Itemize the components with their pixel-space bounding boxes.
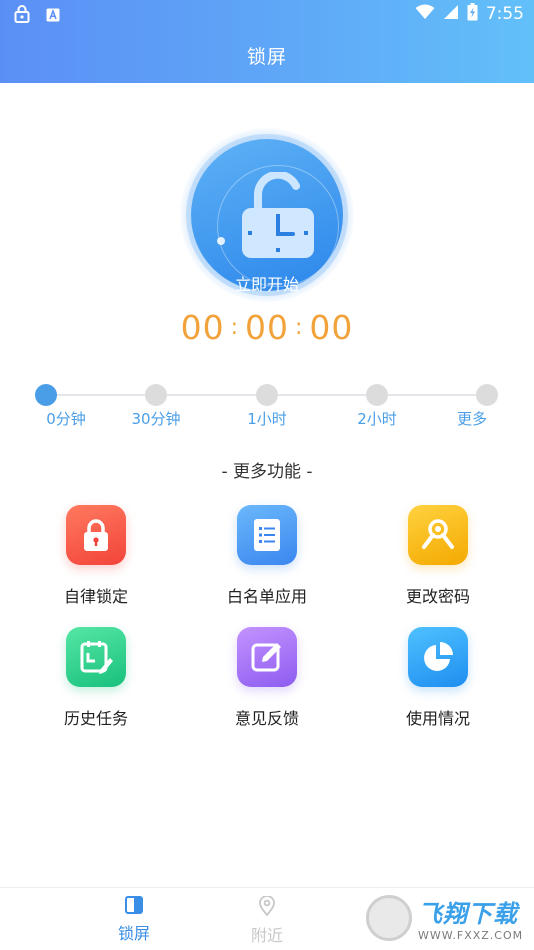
- timer-separator: :: [295, 315, 304, 340]
- timer-seconds: 00: [309, 308, 354, 347]
- signal-icon: [443, 4, 459, 24]
- page-title: 锁屏: [246, 46, 287, 68]
- slider-stop-2h[interactable]: [366, 384, 388, 406]
- app-header: 7:55 锁屏: [0, 0, 534, 83]
- slider-label-more: 更多: [456, 410, 487, 428]
- slider-stop-1h[interactable]: [256, 384, 278, 406]
- slider-stop-more[interactable]: [476, 384, 498, 406]
- list-icon: [254, 519, 280, 551]
- tab-nearby[interactable]: 附近: [227, 895, 307, 946]
- start-lock-button[interactable]: 立即开始: [180, 128, 354, 302]
- feature-label: 使用情况: [405, 709, 470, 728]
- lock-icon: [14, 5, 30, 27]
- slider-label-30min: 30分钟: [131, 410, 181, 428]
- feature-label: 自律锁定: [63, 587, 128, 606]
- watermark-sub: WWW.FXXZ.COM: [418, 929, 524, 942]
- feature-label: 历史任务: [63, 709, 128, 728]
- watermark: 飞翔下载 WWW.FXXZ.COM: [366, 890, 526, 946]
- feature-history-tasks[interactable]: 历史任务: [26, 627, 166, 729]
- slider-stop-30min[interactable]: [145, 384, 167, 406]
- slider-label-1h: 1小时: [247, 410, 287, 428]
- padlock-icon: [84, 519, 108, 551]
- more-features-title: - 更多功能 -: [221, 462, 313, 482]
- watermark-logo-icon: [366, 895, 412, 941]
- feature-usage-stats[interactable]: 使用情况: [368, 627, 508, 729]
- feature-change-password[interactable]: 更改密码: [368, 505, 508, 607]
- tab-lockscreen[interactable]: 锁屏: [94, 896, 174, 944]
- slider-label-2h: 2小时: [357, 410, 397, 428]
- watermark-main: 飞翔下载: [418, 900, 518, 928]
- battery-icon: [467, 3, 478, 25]
- countdown-timer: 00:00:00: [0, 308, 534, 347]
- pie-chart-icon: [424, 642, 453, 671]
- status-time: 7:55: [485, 4, 524, 24]
- feature-whitelist-apps[interactable]: 白名单应用: [197, 505, 337, 607]
- feature-feedback[interactable]: 意见反馈: [197, 627, 337, 729]
- lockscreen-tab-icon: [125, 896, 143, 914]
- feature-label: 更改密码: [405, 587, 470, 606]
- duration-slider[interactable]: 0分钟 30分钟 1小时 2小时 更多: [0, 380, 534, 430]
- edit-icon: [251, 643, 281, 672]
- key-icon: [422, 519, 454, 549]
- timer-hours: 00: [180, 308, 225, 347]
- a-notification-icon: [46, 7, 60, 26]
- calendar-edit-icon: [80, 641, 113, 674]
- slider-label-0: 0分钟: [46, 410, 86, 428]
- slider-stop-0[interactable]: [35, 384, 57, 406]
- timer-minutes: 00: [245, 308, 289, 347]
- feature-self-lock[interactable]: 自律锁定: [26, 505, 166, 607]
- location-pin-icon: [259, 895, 275, 917]
- feature-label: 意见反馈: [234, 709, 299, 728]
- tab-label: 锁屏: [117, 924, 150, 943]
- status-bar: 7:55: [0, 0, 534, 28]
- feature-label: 白名单应用: [226, 587, 307, 606]
- start-now-label: 立即开始: [234, 275, 299, 294]
- tab-label: 附近: [250, 926, 283, 945]
- timer-separator: :: [230, 315, 239, 340]
- unlock-clock-icon: [242, 172, 314, 258]
- wifi-icon: [415, 4, 435, 24]
